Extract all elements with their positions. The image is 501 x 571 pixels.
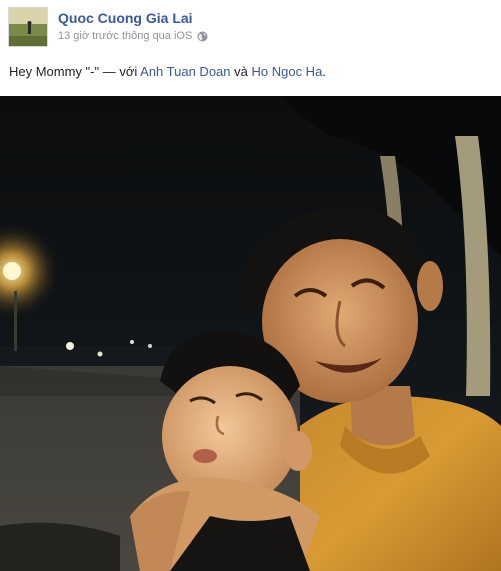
tagged-person-1-link[interactable]: Anh Tuan Doan	[140, 64, 230, 79]
status-message: Hey Mommy "-" — với Anh Tuan Doan và Ho …	[9, 64, 326, 79]
status-end-punct: .	[322, 64, 326, 79]
facebook-post: Quoc Cuong Gia Lai 13 giờ trước thông qu…	[0, 0, 501, 571]
post-via: thông qua iOS	[121, 30, 193, 42]
tagged-person-2-link[interactable]: Ho Ngoc Ha	[251, 64, 322, 79]
and-conjunction: và	[230, 64, 252, 79]
post-meta: 13 giờ trước thông qua iOS	[58, 30, 208, 42]
post-timestamp[interactable]: 13 giờ trước	[58, 30, 119, 42]
globe-icon[interactable]	[197, 31, 208, 42]
with-separator: — với	[99, 64, 141, 79]
profile-photo-icon	[9, 8, 47, 46]
author-name-link[interactable]: Quoc Cuong Gia Lai	[58, 10, 193, 26]
status-text: Hey Mommy "-"	[9, 64, 100, 79]
post-photo[interactable]	[0, 96, 501, 571]
author-avatar[interactable]	[8, 7, 48, 47]
post-header: Quoc Cuong Gia Lai 13 giờ trước thông qu…	[0, 0, 501, 56]
selfie-photo-image	[0, 96, 501, 571]
